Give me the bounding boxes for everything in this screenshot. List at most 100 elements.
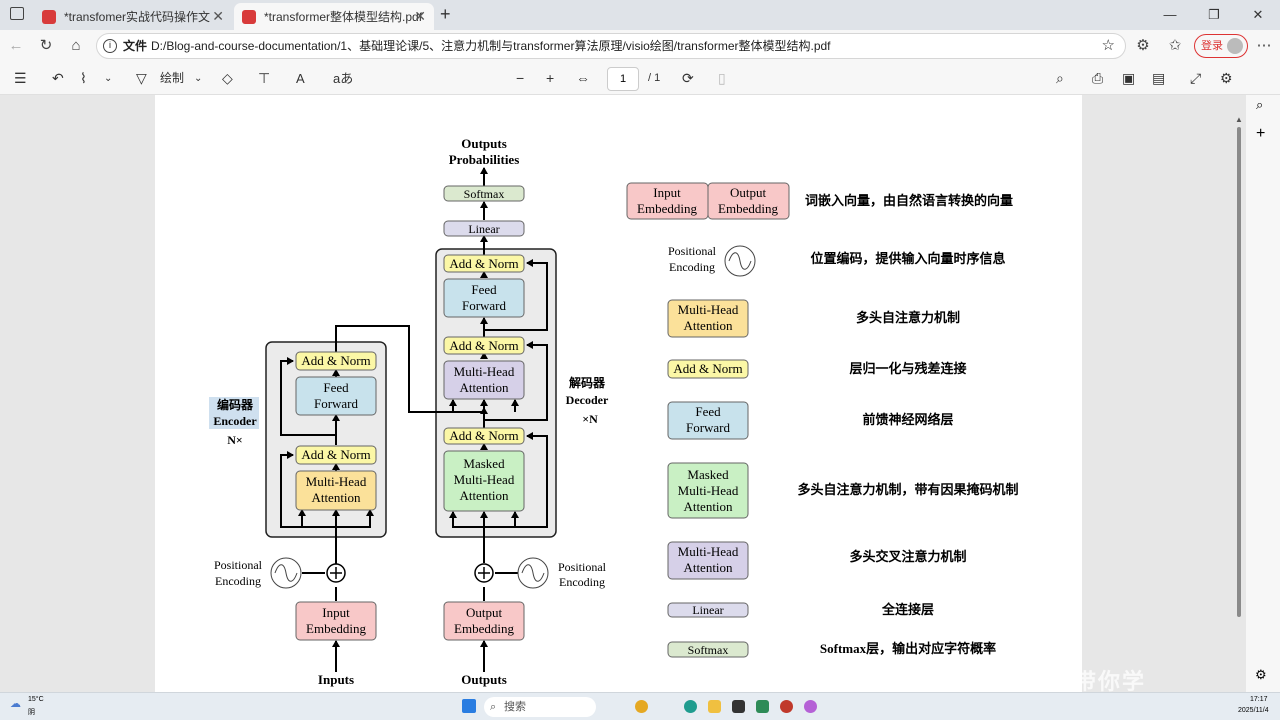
decoder-n-label: ×N [582, 412, 598, 426]
decoder-positional-label: Encoding [559, 575, 605, 589]
search-sidebar-icon[interactable]: ⌕ [1256, 97, 1263, 113]
edge-sidebar: ⌕ + ⚙ [1246, 95, 1280, 692]
zoom-in-icon[interactable]: + [546, 70, 554, 87]
decoder-feed-forward: Feed Forward [443, 278, 525, 318]
legend-desc: 多头交叉注意力机制 [849, 549, 966, 564]
decoder-linear: Linear [443, 220, 525, 237]
app2-icon[interactable] [804, 700, 817, 713]
refresh-icon[interactable]: ↻ [36, 36, 56, 56]
url-text: D:/Blog-and-course-documentation/1、基础理论课… [151, 39, 831, 53]
two-page-icon[interactable]: ▯ [718, 70, 726, 87]
url-input[interactable]: i 文件 D:/Blog-and-course-documentation/1、… [96, 33, 1126, 59]
home-icon[interactable]: ⌂ [66, 36, 86, 56]
encoder-positional-label: Positional [214, 558, 263, 572]
label: Input [322, 605, 350, 620]
decoder-softmax: Softmax [443, 185, 525, 202]
chevron-down-icon[interactable]: ⌄ [194, 70, 202, 87]
label: Add & Norm [449, 338, 518, 353]
extensions-icon[interactable]: ⚙ [1133, 36, 1153, 56]
close-icon[interactable]: ✕ [414, 8, 426, 25]
scroll-up-icon[interactable]: ▲ [1235, 115, 1243, 124]
tab-actions-icon[interactable] [10, 7, 24, 20]
legend-desc: 层归一化与残差连接 [849, 361, 966, 376]
draw-label[interactable]: 绘制 [160, 70, 184, 87]
add-sidebar-icon[interactable]: + [1256, 125, 1265, 143]
label: Add & Norm [301, 353, 370, 368]
chevron-down-icon[interactable]: ⌄ [104, 70, 112, 87]
label: Forward [314, 396, 359, 411]
legend-desc: 全连接层 [881, 602, 934, 617]
fit-width-icon[interactable]: ⇔ [576, 70, 590, 87]
label: Multi-Head [454, 364, 515, 379]
page-current: 1 [619, 73, 627, 85]
legend-desc: 前馈神经网络层 [862, 412, 953, 427]
tab-label: *transfomer实战代码操作文档.pdf [64, 10, 210, 24]
start-icon[interactable] [462, 699, 476, 713]
undo-icon[interactable]: ↶ [52, 70, 64, 87]
eraser-icon[interactable]: ◇ [222, 70, 233, 87]
favorite-icon[interactable]: ☆ [1102, 34, 1115, 58]
outputs-label: Outputs [461, 672, 507, 687]
login-button[interactable]: 登录 [1194, 34, 1248, 58]
minimize-icon[interactable]: — [1148, 0, 1192, 30]
label: Add & Norm [673, 361, 742, 376]
pdf-viewer[interactable]: Add & Norm Feed Forward Add & Norm Multi… [0, 95, 1280, 692]
tab-pdf-1[interactable]: *transfomer实战代码操作文档.pdf ✕ [34, 3, 232, 30]
vertical-scrollbar[interactable]: ▲ [1232, 95, 1246, 692]
decoder-label-cn: 解码器 [569, 375, 606, 390]
back-icon[interactable]: ← [6, 36, 26, 56]
read-aloud-icon[interactable]: A [296, 70, 305, 87]
legend-positional: Positional Encoding 位置编码，提供输入向量时序信息 [668, 244, 1006, 277]
close-icon[interactable]: ✕ [212, 8, 224, 25]
translate-label[interactable]: aあ [333, 70, 353, 87]
pdf-toolbar: ☰ ↶ ⌇ ⌄ ▽ 绘制 ⌄ ◇ ⊤ A aあ − + ⇔ 1 / 1 ⟳ ▯ … [0, 62, 1280, 95]
restore-icon[interactable]: ❐ [1192, 0, 1236, 30]
weather-icon[interactable]: ☁ [10, 697, 21, 710]
save-icon[interactable]: ▣ [1122, 70, 1135, 87]
decoder-add-norm-top: Add & Norm [443, 254, 525, 273]
encoder-n-label: N× [227, 433, 243, 447]
text-icon[interactable]: ⊤ [258, 70, 270, 87]
label: Attention [311, 490, 361, 505]
new-tab-icon[interactable]: + [440, 4, 451, 25]
close-window-icon[interactable]: ✕ [1236, 0, 1280, 30]
tab-pdf-2[interactable]: *transformer整体模型结构.pdf ✕ [234, 3, 434, 30]
search-icon[interactable]: ⌕ [1056, 70, 1064, 87]
legend-multi-head: Multi-Head Attention 多头自注意力机制 [667, 299, 960, 338]
chrome-icon[interactable] [635, 700, 648, 713]
taskbar-search[interactable]: ⌕ 搜索 [484, 697, 596, 717]
encoder-add-norm-top: Add & Norm [295, 351, 377, 371]
label: Add & Norm [449, 428, 518, 443]
draw-icon[interactable]: ▽ [136, 70, 147, 87]
tab-bar: *transfomer实战代码操作文档.pdf ✕ *transformer整体… [0, 0, 1280, 30]
legend-desc: 词嵌入向量，由自然语言转换的向量 [805, 193, 1013, 208]
page-number-input[interactable]: 1 [607, 67, 639, 91]
highlight-icon[interactable]: ⌇ [80, 70, 87, 87]
transformer-diagram: Add & Norm Feed Forward Add & Norm Multi… [209, 136, 1019, 687]
info-icon[interactable]: i [103, 39, 117, 53]
favorites-icon[interactable]: ✩ [1165, 36, 1185, 56]
login-label: 登录 [1201, 40, 1223, 52]
edge-icon[interactable] [684, 700, 697, 713]
settings-icon[interactable]: ⚙ [1220, 70, 1233, 87]
more-icon[interactable]: ⋯ [1254, 36, 1274, 56]
label: Multi-Head [678, 302, 739, 317]
fullscreen-icon[interactable]: ⤢ [1190, 70, 1201, 87]
label: Multi-Head [306, 474, 367, 489]
save-as-icon[interactable]: ▤ [1152, 70, 1165, 87]
contents-icon[interactable]: ☰ [14, 70, 27, 87]
decoder-cross-attention: Multi-Head Attention [443, 360, 525, 400]
terminal-icon[interactable] [732, 700, 745, 713]
encoder-add-circle [326, 563, 346, 583]
zoom-out-icon[interactable]: − [516, 70, 524, 87]
print-icon[interactable]: ⎙ [1092, 70, 1103, 87]
app-icon[interactable] [756, 700, 769, 713]
encoder-multi-head-attention: Multi-Head Attention [295, 470, 377, 511]
explorer-icon[interactable] [708, 700, 721, 713]
output-embedding: Output Embedding [443, 601, 525, 641]
scrollbar-thumb[interactable] [1237, 127, 1241, 617]
rotate-icon[interactable]: ⟳ [682, 70, 694, 87]
label: Multi-Head [678, 483, 739, 498]
sidebar-settings-icon[interactable]: ⚙ [1255, 667, 1267, 683]
record-icon[interactable] [780, 700, 793, 713]
